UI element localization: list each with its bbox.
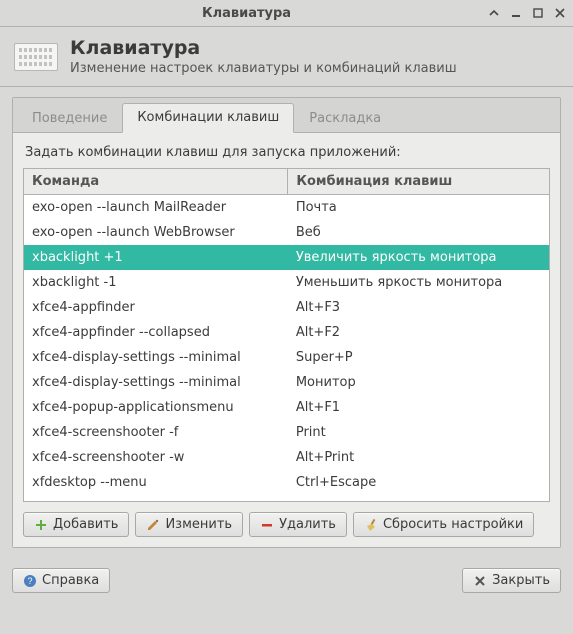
- broom-icon: [364, 518, 378, 532]
- tabs-container: Поведение Комбинации клавиш Раскладка За…: [12, 97, 561, 548]
- tab-shortcuts[interactable]: Комбинации клавиш: [122, 103, 294, 133]
- table-row[interactable]: xfce4-display-settings --minimalМонитор: [24, 370, 549, 395]
- cell-command: xbacklight -1: [24, 270, 288, 295]
- edit-button[interactable]: Изменить: [135, 512, 243, 537]
- table-row[interactable]: xfce4-screenshooter -fPrint: [24, 420, 549, 445]
- page-title: Клавиатура: [70, 37, 457, 59]
- cell-shortcut: Уменьшить яркость монитора: [288, 270, 549, 295]
- table-row[interactable]: xfdesktop --menuCtrl+Escape: [24, 470, 549, 495]
- close-dialog-button[interactable]: Закрыть: [462, 568, 561, 593]
- close-icon: [473, 574, 487, 588]
- cell-command: xfce4-display-settings --minimal: [24, 345, 288, 370]
- cell-command: exo-open --launch MailReader: [24, 195, 288, 221]
- table-row[interactable]: xbacklight -1Уменьшить яркость монитора: [24, 270, 549, 295]
- cell-shortcut: Alt+F3: [288, 295, 549, 320]
- table-row[interactable]: xfce4-display-settings --minimalSuper+P: [24, 345, 549, 370]
- table-row[interactable]: xfce4-appfinder --collapsedAlt+F2: [24, 320, 549, 345]
- action-buttons: Добавить Изменить Удалить: [23, 512, 550, 537]
- shade-button[interactable]: [487, 6, 501, 20]
- cell-command: xfce4-popup-applicationsmenu: [24, 395, 288, 420]
- cell-shortcut: Почта: [288, 195, 549, 221]
- cell-shortcut: Ctrl+Escape: [288, 470, 549, 495]
- window-title: Клавиатура: [6, 6, 487, 21]
- tab-behaviour[interactable]: Поведение: [17, 104, 122, 133]
- cell-command: xbacklight +1: [24, 245, 288, 270]
- cell-shortcut: Веб: [288, 220, 549, 245]
- cell-command: xfce4-display-settings --minimal: [24, 370, 288, 395]
- add-button[interactable]: Добавить: [23, 512, 129, 537]
- minimize-button[interactable]: [509, 6, 523, 20]
- page-subtitle: Изменение настроек клавиатуры и комбинац…: [70, 61, 457, 76]
- remove-button-label: Удалить: [279, 517, 336, 532]
- cell-command: exo-open --launch WebBrowser: [24, 220, 288, 245]
- header: Клавиатура Изменение настроек клавиатуры…: [0, 27, 573, 87]
- table-row[interactable]: xfce4-screenshooter -wAlt+Print: [24, 445, 549, 470]
- minus-icon: [260, 518, 274, 532]
- content: Поведение Комбинации клавиш Раскладка За…: [0, 87, 573, 558]
- window-buttons: [487, 6, 567, 20]
- remove-button[interactable]: Удалить: [249, 512, 347, 537]
- cell-shortcut: Увеличить яркость монитора: [288, 245, 549, 270]
- header-text: Клавиатура Изменение настроек клавиатуры…: [70, 37, 457, 76]
- table-row[interactable]: xfce4-appfinderAlt+F3: [24, 295, 549, 320]
- title-bar: Клавиатура: [0, 0, 573, 27]
- table-row[interactable]: xfce4-popup-applicationsmenuAlt+F1: [24, 395, 549, 420]
- cell-shortcut: Alt+F2: [288, 320, 549, 345]
- table-row[interactable]: exo-open --launch MailReaderПочта: [24, 195, 549, 221]
- cell-shortcut: Монитор: [288, 370, 549, 395]
- help-icon: ?: [23, 574, 37, 588]
- tab-page-shortcuts: Задать комбинации клавиш для запуска при…: [13, 133, 560, 547]
- reset-button-label: Сбросить настройки: [383, 517, 523, 532]
- close-button[interactable]: [553, 6, 567, 20]
- cell-shortcut: Alt+F1: [288, 395, 549, 420]
- table-row[interactable]: exo-open --launch WebBrowserВеб: [24, 220, 549, 245]
- col-command[interactable]: Команда: [24, 169, 288, 195]
- cell-command: xfce4-screenshooter -f: [24, 420, 288, 445]
- add-button-label: Добавить: [53, 517, 118, 532]
- cell-command: xfce4-screenshooter -w: [24, 445, 288, 470]
- cell-command: xfce4-appfinder --collapsed: [24, 320, 288, 345]
- cell-shortcut: Print: [288, 420, 549, 445]
- shortcuts-table: Команда Комбинация клавиш exo-open --lau…: [24, 169, 549, 495]
- keyboard-icon: [14, 43, 58, 71]
- maximize-button[interactable]: [531, 6, 545, 20]
- edit-button-label: Изменить: [165, 517, 232, 532]
- cell-shortcut: Alt+Print: [288, 445, 549, 470]
- footer: ? Справка Закрыть: [0, 558, 573, 605]
- reset-button[interactable]: Сбросить настройки: [353, 512, 534, 537]
- cell-shortcut: Super+P: [288, 345, 549, 370]
- help-button[interactable]: ? Справка: [12, 568, 110, 593]
- pencil-icon: [146, 518, 160, 532]
- table-row[interactable]: xbacklight +1Увеличить яркость монитора: [24, 245, 549, 270]
- instruction-label: Задать комбинации клавиш для запуска при…: [25, 145, 550, 160]
- tab-layout[interactable]: Раскладка: [294, 104, 396, 133]
- cell-command: xfdesktop --menu: [24, 470, 288, 495]
- close-dialog-button-label: Закрыть: [492, 573, 550, 588]
- help-button-label: Справка: [42, 573, 99, 588]
- shortcuts-table-wrap[interactable]: Команда Комбинация клавиш exo-open --lau…: [23, 168, 550, 502]
- svg-text:?: ?: [27, 576, 32, 586]
- cell-command: xfce4-appfinder: [24, 295, 288, 320]
- col-shortcut[interactable]: Комбинация клавиш: [288, 169, 549, 195]
- tab-bar: Поведение Комбинации клавиш Раскладка: [13, 98, 560, 133]
- plus-icon: [34, 518, 48, 532]
